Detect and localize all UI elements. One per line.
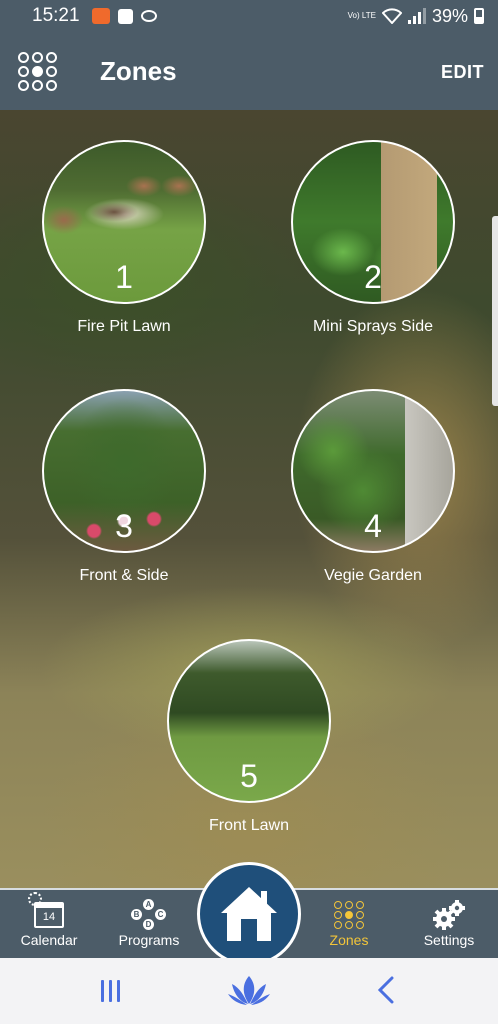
volte-indicator: Vo) LTE — [347, 11, 376, 20]
status-bar: 15:21 Vo) LTE 39% — [0, 0, 498, 32]
status-time: 15:21 — [32, 5, 80, 26]
page-title: Zones — [100, 56, 177, 86]
facebook-icon — [117, 8, 133, 24]
zone-item[interactable]: 1 Fire Pit Lawn — [42, 140, 206, 336]
zone-number: 2 — [364, 259, 382, 295]
tab-calendar[interactable]: 14 Calendar — [4, 892, 94, 948]
gears-icon — [433, 900, 465, 930]
tab-programs[interactable]: A B C D Programs — [104, 898, 194, 948]
tab-label: Zones — [329, 932, 369, 948]
battery-percent: 39% — [431, 5, 468, 26]
zone-photo[interactable]: 2 — [291, 140, 455, 304]
zone-number: 1 — [115, 259, 133, 295]
zone-item[interactable]: 3 Front & Side — [42, 389, 206, 585]
zone-label: Front & Side — [79, 567, 169, 584]
recents-icon[interactable] — [98, 980, 122, 1002]
zone-item[interactable]: 4 Vegie Garden — [291, 389, 455, 585]
tab-settings[interactable]: Settings — [404, 898, 494, 948]
calendar-icon: 14 — [28, 892, 64, 928]
home-icon — [221, 887, 277, 941]
zone-number: 5 — [240, 758, 258, 794]
wifi-icon — [381, 8, 402, 24]
notification-app-icon — [91, 8, 110, 24]
tab-zones[interactable]: Zones — [304, 898, 394, 948]
zone-label: Mini Sprays Side — [312, 318, 434, 335]
zone-photo[interactable]: 5 — [167, 639, 331, 803]
notification-icons — [91, 8, 157, 24]
zone-photo[interactable]: 4 — [291, 389, 455, 553]
zones-grid-icon — [333, 901, 365, 929]
lotus-home-icon[interactable] — [228, 974, 270, 1006]
programs-icon: A B C D — [131, 899, 167, 931]
back-icon[interactable] — [376, 976, 396, 1004]
system-nav-bar — [0, 958, 498, 1024]
tab-label: Settings — [423, 932, 475, 948]
abc-icon — [140, 10, 157, 22]
signal-icon — [407, 8, 426, 24]
zone-number: 4 — [364, 508, 382, 544]
zone-number: 3 — [115, 508, 133, 544]
battery-icon — [474, 8, 484, 24]
menu-grid-icon[interactable] — [18, 52, 58, 92]
tab-label: Programs — [118, 932, 180, 948]
zone-item[interactable]: 5 Front Lawn — [167, 639, 331, 835]
app-header: Zones EDIT — [0, 32, 498, 110]
calendar-day: 14 — [42, 911, 56, 923]
edit-button[interactable]: EDIT — [441, 62, 484, 83]
zone-photo[interactable]: 3 — [42, 389, 206, 553]
zone-label: Front Lawn — [208, 817, 290, 834]
zone-photo[interactable]: 1 — [42, 140, 206, 304]
scrollbar[interactable] — [492, 216, 498, 406]
zone-label: Fire Pit Lawn — [77, 318, 171, 335]
tab-label: Calendar — [20, 932, 78, 948]
home-button[interactable] — [197, 862, 301, 966]
zones-area: 1 Fire Pit Lawn 2 Mini Sprays Side 3 Fro… — [0, 110, 498, 888]
zone-item[interactable]: 2 Mini Sprays Side — [291, 140, 455, 336]
zone-label: Vegie Garden — [324, 567, 422, 584]
